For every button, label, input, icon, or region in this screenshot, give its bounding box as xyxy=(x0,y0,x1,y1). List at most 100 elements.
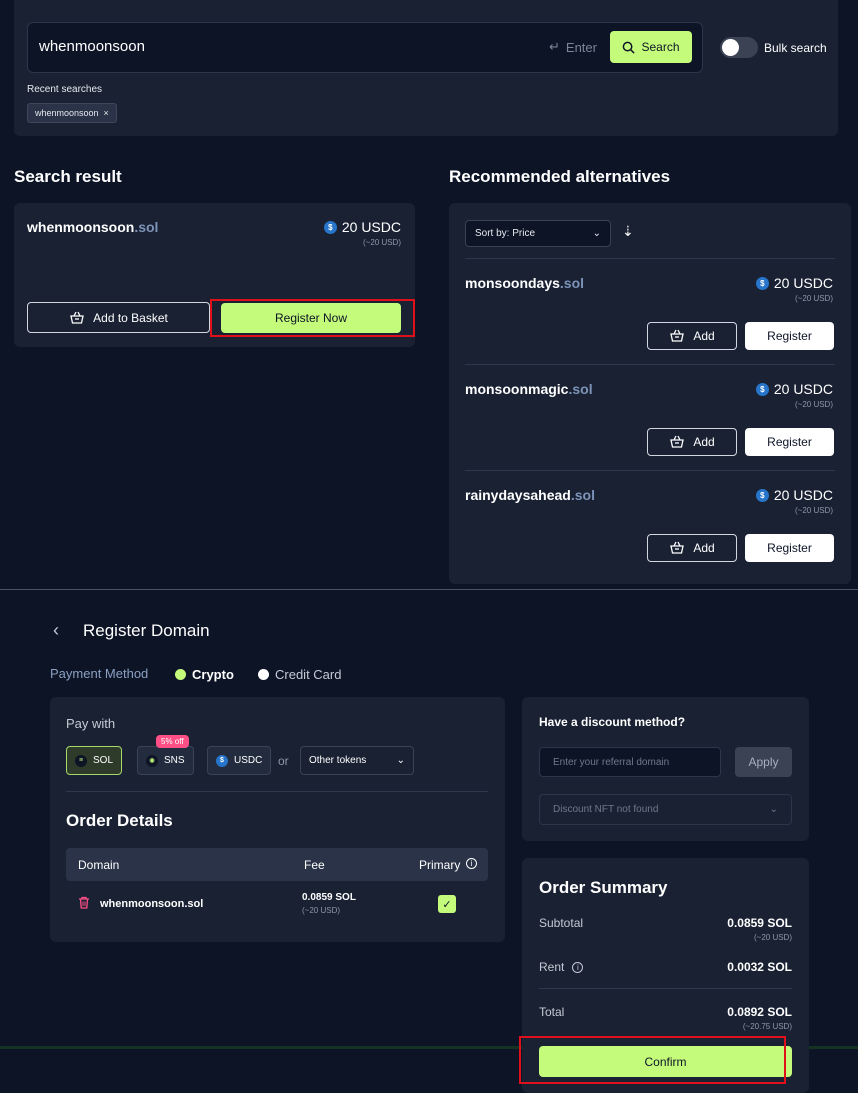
alt-register-button[interactable]: Register xyxy=(745,322,834,350)
alt-register-label: Register xyxy=(767,541,812,555)
radio-icon xyxy=(258,669,269,680)
payment-method-label: Payment Method xyxy=(50,666,149,681)
alt-add-button[interactable]: Add xyxy=(647,534,737,562)
or-label: or xyxy=(278,754,289,768)
pay-with-label: Pay with xyxy=(66,716,116,731)
total-label: Total xyxy=(539,1005,565,1019)
referral-placeholder: Enter your referral domain xyxy=(553,756,670,768)
result-price-sub: (~20 USD) xyxy=(362,238,401,247)
apply-button[interactable]: Apply xyxy=(735,747,792,777)
col-primary: Primary xyxy=(419,858,461,872)
subtotal-label: Subtotal xyxy=(539,916,584,930)
alt-price-label: 20 USDC xyxy=(773,487,833,503)
search-button[interactable]: Search xyxy=(610,31,692,63)
enter-icon: ↵ xyxy=(549,39,560,54)
subtotal-value: 0.0859 SOL xyxy=(727,916,792,930)
chevron-left-icon[interactable]: ‹ xyxy=(53,620,59,641)
sort-select[interactable]: Sort by: Price ⌄ xyxy=(465,220,611,247)
token-sns-label: SNS xyxy=(164,755,185,766)
add-to-basket-button[interactable]: Add to Basket xyxy=(27,302,210,333)
chevron-down-icon: ⌄ xyxy=(769,804,778,815)
alt-price: $ 20 USDC xyxy=(755,275,833,291)
token-sns-button[interactable]: ✺ SNS xyxy=(137,746,194,775)
usdc-icon: $ xyxy=(216,754,228,767)
recent-searches-label: Recent searches xyxy=(27,84,103,95)
sort-order-icon[interactable]: ⇣ xyxy=(622,223,634,240)
alt-add-label: Add xyxy=(693,541,715,555)
token-sol-button[interactable]: ≡ SOL xyxy=(66,746,123,775)
table-row: whenmoonsoon.sol 0.0859 SOL (~20 USD) ✓ xyxy=(66,885,488,921)
search-result-title: Search result xyxy=(14,167,122,186)
highlight-register-now xyxy=(210,299,415,337)
alt-add-label: Add xyxy=(693,435,715,449)
col-domain: Domain xyxy=(78,858,120,872)
info-icon[interactable]: i xyxy=(572,961,584,973)
rent-row-label: Rent i xyxy=(539,960,584,974)
trash-icon[interactable] xyxy=(78,896,90,909)
discount-card: Have a discount method? Enter your refer… xyxy=(522,697,809,841)
alt-price: $ 20 USDC xyxy=(755,381,833,397)
token-sol-label: SOL xyxy=(93,755,114,766)
credit-card-label: Credit Card xyxy=(275,667,342,682)
apply-label: Apply xyxy=(748,755,779,769)
alt-price-label: 20 USDC xyxy=(773,275,833,291)
primary-checkbox[interactable]: ✓ xyxy=(438,895,456,913)
payment-card-option[interactable]: Credit Card xyxy=(258,667,341,682)
divider xyxy=(66,791,488,792)
search-box[interactable]: whenmoonsoon ↵ Enter Search xyxy=(27,22,703,73)
bulk-search-toggle[interactable] xyxy=(720,37,758,58)
enter-hint: ↵ Enter xyxy=(549,39,597,55)
close-icon[interactable]: × xyxy=(104,108,109,118)
search-input[interactable]: whenmoonsoon xyxy=(39,38,145,55)
alt-price-label: 20 USDC xyxy=(773,381,833,397)
alt-register-button[interactable]: Register xyxy=(745,428,834,456)
discount-nft-label: Discount NFT not found xyxy=(553,804,659,815)
alt-register-label: Register xyxy=(767,329,812,343)
recent-search-chip[interactable]: whenmoonsoon × xyxy=(27,103,117,123)
order-fee-sub: (~20 USD) xyxy=(302,906,341,915)
total-sub: (~20.75 USD) xyxy=(742,1022,792,1031)
alt-add-label: Add xyxy=(693,329,715,343)
subtotal-sub: (~20 USD) xyxy=(753,933,792,942)
basket-icon xyxy=(670,329,685,342)
alt-domain-name: monsoondays.sol xyxy=(465,275,584,291)
section-separator xyxy=(0,589,858,590)
alt-register-button[interactable]: Register xyxy=(745,534,834,562)
toggle-knob xyxy=(722,39,739,56)
result-domain-label: whenmoonsoon xyxy=(27,219,135,235)
discount-nft-select[interactable]: Discount NFT not found ⌄ xyxy=(539,794,792,825)
result-price-label: 20 USDC xyxy=(341,219,401,235)
total-value: 0.0892 SOL xyxy=(727,1005,792,1019)
usdc-icon: $ xyxy=(755,488,769,502)
alternatives-card: Sort by: Price ⌄ ⇣ monsoondays.sol $ 20 … xyxy=(449,203,851,584)
alternative-item: rainydaysahead.sol $ 20 USDC (~20 USD) A… xyxy=(449,471,851,577)
alt-domain-label: monsoonmagic xyxy=(465,381,569,397)
alt-domain-label: monsoondays xyxy=(465,275,560,291)
alt-add-button[interactable]: Add xyxy=(647,322,737,350)
order-table-header: Domain Fee Primary i xyxy=(66,848,488,881)
usdc-icon: $ xyxy=(755,276,769,290)
usdc-icon: $ xyxy=(755,382,769,396)
sns-icon: ✺ xyxy=(146,754,158,767)
search-button-label: Search xyxy=(641,40,680,54)
rent-value: 0.0032 SOL xyxy=(727,960,792,974)
alt-add-button[interactable]: Add xyxy=(647,428,737,456)
basket-icon xyxy=(670,435,685,448)
other-tokens-select[interactable]: Other tokens ⌄ xyxy=(300,746,414,775)
alt-domain-ext: .sol xyxy=(559,275,585,291)
rent-label: Rent xyxy=(539,960,565,974)
radio-selected-icon xyxy=(175,669,186,680)
info-icon[interactable]: i xyxy=(466,858,477,869)
result-domain-ext: .sol xyxy=(134,219,159,235)
referral-domain-input[interactable]: Enter your referral domain xyxy=(539,747,721,777)
highlight-confirm xyxy=(519,1036,786,1084)
payment-crypto-option[interactable]: Crypto xyxy=(175,667,234,682)
discount-title: Have a discount method? xyxy=(539,715,686,729)
alt-domain-ext: .sol xyxy=(568,381,593,397)
divider xyxy=(539,988,792,989)
alt-price-sub: (~20 USD) xyxy=(794,506,833,515)
order-details-title: Order Details xyxy=(66,811,173,830)
result-domain-name: whenmoonsoon.sol xyxy=(27,219,158,235)
token-usdc-button[interactable]: $ USDC xyxy=(207,746,272,775)
usdc-icon: $ xyxy=(323,220,337,234)
